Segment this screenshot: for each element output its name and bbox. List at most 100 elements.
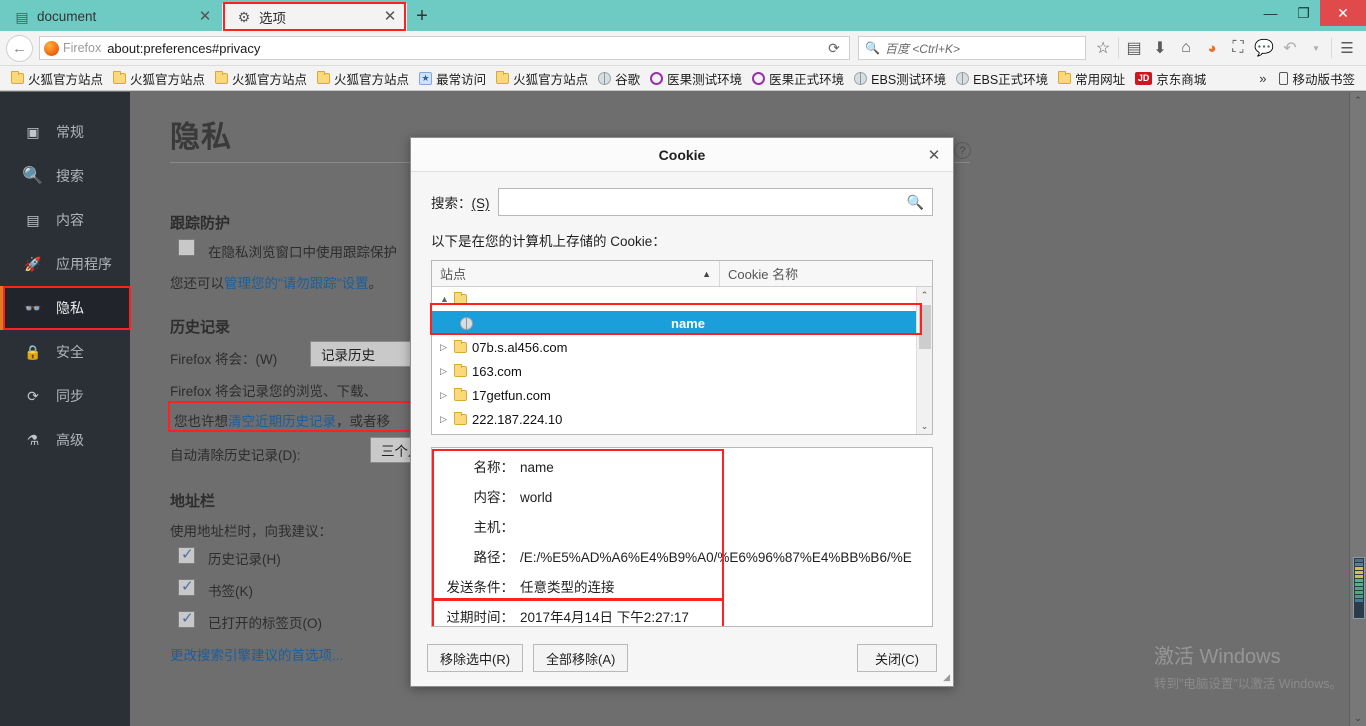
bookmark-item[interactable]: 火狐官方站点 [108,68,210,89]
sidebar-item-privacy[interactable]: 👓 隐私 [0,286,131,330]
close-icon[interactable]: ✕ [196,8,214,26]
scrollbar-thumb[interactable] [919,305,931,349]
remove-selected-button[interactable]: 移除选中(R) [427,644,524,672]
back-button[interactable]: ← [6,34,33,62]
suggest-history-checkbox[interactable] [178,545,195,564]
table-row[interactable]: ▷ 07b.s.al456.com [432,335,932,359]
table-row[interactable]: name [432,311,932,335]
bookmark-item[interactable]: EBS测试环境 [849,68,951,89]
manage-dnt-link[interactable]: 管理您的"请勿跟踪"设置 [224,276,369,291]
tab-options[interactable]: ⚙ 选项 ✕ [222,2,407,31]
pocket-icon[interactable]: ◕ [1199,35,1225,61]
url-bar[interactable]: Firefox about:preferences#privacy ⟳ [39,36,850,60]
dialog-search-box[interactable]: 🔍 [497,188,933,216]
section-heading-tracking: 跟踪防护 [170,215,231,232]
maximize-icon[interactable]: ❐ [1287,0,1320,26]
bookmark-mobile-item[interactable]: 移动版书签 [1274,68,1360,89]
search-icon[interactable]: 🔍 [907,194,924,211]
folder-icon [454,339,467,353]
firefox-logo-icon [44,40,59,56]
bookmark-item[interactable]: 火狐官方站点 [491,68,593,89]
close-icon[interactable]: ✕ [381,8,399,26]
sidebar-item-security[interactable]: 🔒 安全 [0,330,130,374]
scroll-up-icon[interactable]: ⌃ [917,287,933,303]
suggest-opentabs-checkbox[interactable] [178,609,195,628]
detail-row-sendfor: 发送条件： 任意类型的连接 [432,576,932,606]
change-search-prefs-link[interactable]: 更改搜索引擎建议的首选项... [170,644,343,664]
sidebar-item-search[interactable]: 🔍 搜索 [0,154,130,198]
twisty-collapsed-icon[interactable]: ▷ [440,390,454,401]
hamburger-menu-icon[interactable]: ☰ [1334,35,1360,61]
table-row[interactable]: ▲ [432,287,932,311]
chevron-down-icon[interactable]: ▼ [1303,35,1329,61]
reader-icon[interactable]: ▤ [1121,35,1147,61]
dialog-footer: 移除选中(R) 全部移除(A) 关闭(C) [411,630,953,686]
bookmark-item[interactable]: 医果测试环境 [645,68,747,89]
table-row[interactable]: ▷ 17getfun.com [432,383,932,407]
table-row[interactable]: ▷ 222.187.224.10 [432,407,932,431]
mask-icon: 👓 [24,299,42,316]
cookie-list-scrollbar[interactable]: ⌃ ⌄ [916,287,932,434]
chevron-right-icon[interactable]: » [1251,71,1274,86]
bookmark-label: 火狐官方站点 [334,72,410,87]
page-scrollbar[interactable]: ⌃ ⌄ [1349,92,1366,726]
bookmark-item[interactable]: 火狐官方站点 [210,68,312,89]
bookmark-item[interactable]: EBS正式环境 [951,68,1053,89]
twisty-collapsed-icon[interactable]: ▷ [440,414,454,425]
folder-icon [1058,70,1072,84]
folder-icon [454,363,467,377]
detail-label: 发送条件： [446,580,515,595]
gear-icon: ⚙ [237,8,251,25]
suggest-bookmarks-checkbox[interactable] [178,577,195,596]
detail-value: name [520,460,554,475]
sidebar-item-content[interactable]: ▤ 内容 [0,198,130,242]
sidebar-item-advanced[interactable]: ⚗ 高级 [0,418,130,462]
sidebar-item-sync[interactable]: ⟳ 同步 [0,374,130,418]
resize-handle[interactable]: ◢ [943,672,950,683]
clear-recent-history-link[interactable]: 清空近期历史记录 [228,414,336,429]
sidebar-item-general[interactable]: ▣ 常规 [0,110,130,154]
twisty-collapsed-icon[interactable]: ▷ [440,342,454,353]
bookmark-item[interactable]: ★ 最常访问 [414,68,491,89]
toolbar-search-box[interactable]: 🔍 百度 <Ctrl+K> [858,36,1086,60]
bookmark-item[interactable]: 火狐官方站点 [6,68,108,89]
twisty-collapsed-icon[interactable]: ▷ [440,366,454,377]
minimize-icon[interactable]: — [1254,0,1287,26]
bookmark-item[interactable]: 常用网址 [1053,68,1130,89]
star-icon[interactable]: ☆ [1090,35,1116,61]
bookmark-item[interactable]: 医果正式环境 [747,68,849,89]
history-desc: Firefox 将会记录您的浏览、下载、 [170,384,378,399]
search-icon: 🔍 [865,41,880,55]
download-icon[interactable]: ⬇ [1147,35,1173,61]
cookie-list[interactable]: 站点 ▲ Cookie 名称 ▲ name ▷ 07b.s.al456.com … [430,260,933,435]
folder-icon [454,291,467,305]
help-icon[interactable]: ? [954,142,971,159]
scroll-down-icon[interactable]: ⌄ [1350,710,1366,726]
bookmark-item[interactable]: 火狐官方站点 [312,68,414,89]
reload-icon[interactable]: ⟳ [823,37,845,59]
sidebar-item-applications[interactable]: 🚀 应用程序 [0,242,130,286]
tracking-protection-checkbox[interactable] [178,239,195,256]
chat-icon[interactable]: 💬 [1251,35,1277,61]
row-cookie-name: name [671,315,705,331]
close-icon[interactable]: ✕ [925,146,943,164]
close-dialog-button[interactable]: 关闭(C) [857,644,937,672]
undo-icon[interactable]: ↶ [1277,35,1303,61]
bookmark-item[interactable]: 谷歌 [593,68,645,89]
bookmark-item[interactable]: JD 京东商城 [1130,68,1211,89]
search-input[interactable] [506,193,907,211]
column-header-cookie-name[interactable]: Cookie 名称 [720,261,932,286]
twisty-expanded-icon[interactable]: ▲ [440,294,454,304]
dialog-search-label: 搜索：(S) [431,196,490,211]
ring-icon [650,71,664,85]
home-icon[interactable]: ⌂ [1173,35,1199,61]
table-row[interactable]: ▷ 163.com [432,359,932,383]
scroll-down-icon[interactable]: ⌄ [917,418,933,434]
tab-document[interactable]: ▤ document ✕ [0,2,222,31]
column-header-site[interactable]: 站点 ▲ [432,261,720,286]
remove-all-button[interactable]: 全部移除(A) [533,644,629,672]
screenshot-icon[interactable]: ⛶ [1225,35,1251,61]
close-window-icon[interactable]: ✕ [1320,0,1366,26]
new-tab-button[interactable]: + [407,2,437,31]
scroll-up-icon[interactable]: ⌃ [1350,92,1366,108]
